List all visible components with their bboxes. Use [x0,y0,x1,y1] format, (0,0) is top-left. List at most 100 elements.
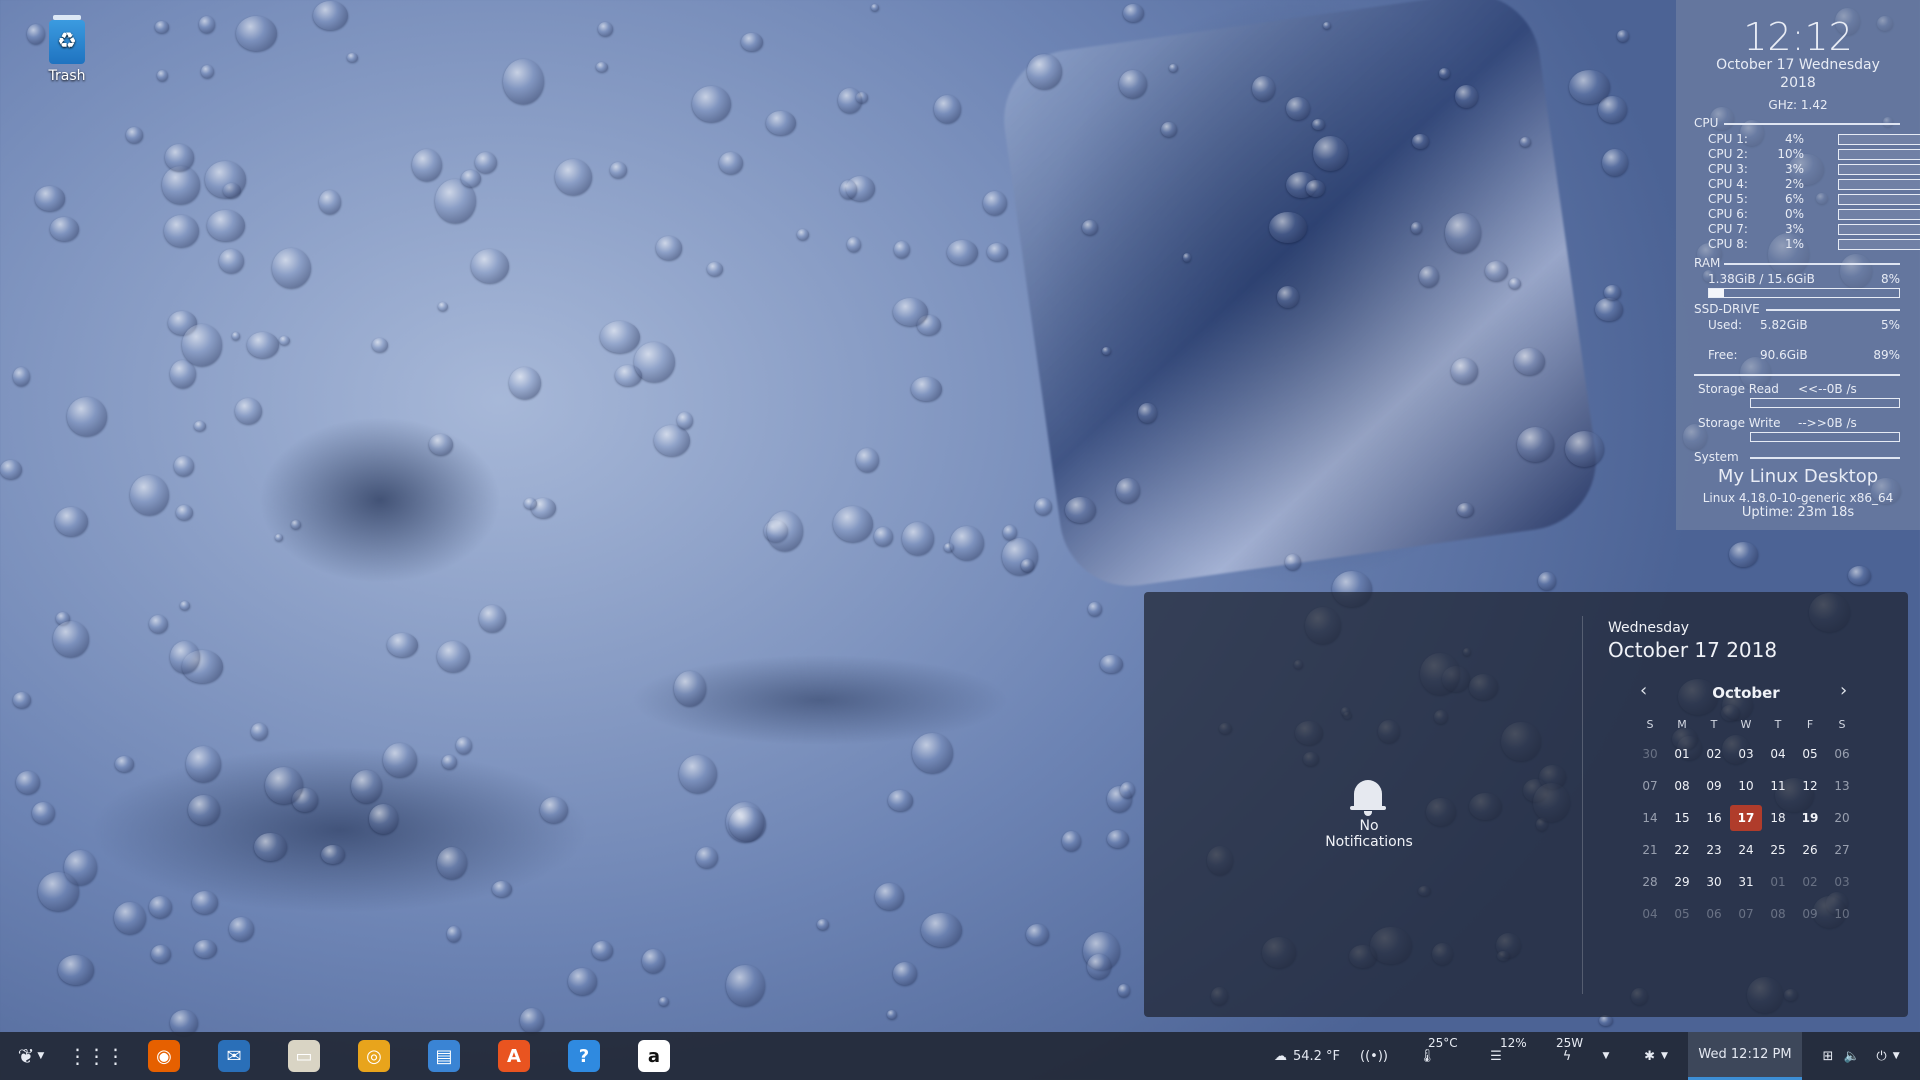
cpu-core-graph [1838,194,1920,205]
storage-read-value: <<--0B /s [1798,382,1857,396]
water-droplet [695,846,718,868]
power-indicator[interactable]: ϟ 25W [1536,1032,1606,1080]
launcher-rhythmbox[interactable]: ◎ [354,1032,394,1080]
water-droplet [34,186,65,211]
calendar-day[interactable]: 02 [1698,741,1730,767]
calendar-day[interactable]: 12 [1794,773,1826,799]
calendar-day[interactable]: 24 [1730,837,1762,863]
water-droplet [193,420,206,432]
launcher-firefox[interactable]: ◉ [144,1032,184,1080]
calendar-day[interactable]: 10 [1730,773,1762,799]
calendar-day[interactable]: 15 [1666,805,1698,831]
calendar-day[interactable]: 06 [1698,901,1730,927]
calendar-day[interactable]: 08 [1762,901,1794,927]
system-label: System [1694,450,1739,464]
weather-indicator[interactable]: ☁ 54.2 °F [1270,1032,1344,1080]
calendar-day[interactable]: 29 [1666,869,1698,895]
disk-indicator[interactable]: ☰ 12% [1470,1032,1530,1080]
volume-button[interactable]: 🔈 [1840,1032,1864,1080]
storage-write-row: Storage Write -->>0B /s [1698,416,1920,430]
network-button[interactable]: ⊞ [1816,1032,1840,1080]
calendar-day[interactable]: 04 [1762,741,1794,767]
water-droplet [1118,69,1148,99]
uptime: Uptime: 23m 18s [1741,505,1855,520]
calendar-day[interactable]: 31 [1730,869,1762,895]
water-droplet [1251,75,1276,102]
launcher-files[interactable]: ▭ [284,1032,324,1080]
calendar-day[interactable]: 05 [1666,901,1698,927]
calendar-day[interactable]: 08 [1666,773,1698,799]
launcher-libreoffice-writer[interactable]: ▤ [424,1032,464,1080]
calendar-day[interactable]: 07 [1634,773,1666,799]
water-droplet [1508,277,1522,290]
water-droplet [460,169,482,188]
calendar-day[interactable]: 25 [1762,837,1794,863]
indicator-expander[interactable]: ▼ [1598,1032,1614,1080]
water-droplet [1286,171,1317,198]
water-droplet [1848,566,1872,585]
calendar-day[interactable]: 03 [1730,741,1762,767]
cpu-core-graph [1838,179,1920,190]
app-menu-button[interactable]: ❦ ▼ [10,1032,52,1080]
launcher-software[interactable]: A [494,1032,534,1080]
water-droplet [235,398,263,425]
calendar-full-date[interactable]: October 17 2018 [1608,638,1777,662]
water-droplet [888,790,913,811]
calendar-weekday[interactable]: Wednesday [1608,620,1689,636]
chevron-down-icon: ▼ [1892,1051,1900,1061]
app-grid-button[interactable]: ⋮⋮⋮ [68,1032,126,1080]
power-menu-button[interactable]: ⏻ ▼ [1864,1032,1912,1080]
calendar-day[interactable]: 22 [1666,837,1698,863]
clock-applet[interactable]: Wed 12:12 PM [1688,1032,1802,1080]
calendar-day[interactable]: 19 [1794,805,1826,831]
water-droplet [436,847,468,880]
water-droplet [838,87,862,113]
calendar-day[interactable]: 27 [1826,837,1858,863]
calendar-day[interactable]: 06 [1826,741,1858,767]
next-month-button[interactable]: › [1840,680,1847,701]
cpu-core-percent: 4% [1784,132,1804,146]
water-droplet [163,214,199,248]
water-droplet [1117,984,1131,997]
water-droplet [911,732,953,774]
calendar-day[interactable]: 14 [1634,805,1666,831]
calendar-day[interactable]: 02 [1794,869,1826,895]
trash-desktop-icon[interactable]: ♻ Trash [42,15,92,84]
water-droplet [113,901,146,934]
calendar-day[interactable]: 05 [1794,741,1826,767]
water-droplet [1083,931,1121,970]
calendar-day[interactable]: 03 [1826,869,1858,895]
calendar-day[interactable]: 16 [1698,805,1730,831]
calendar-day[interactable]: 01 [1762,869,1794,895]
calendar-day[interactable]: 17 [1730,805,1762,831]
calendar-day[interactable]: 13 [1826,773,1858,799]
calendar-week: 07 08 09 10 11 12 13 [1634,770,1858,802]
launcher-thunderbird[interactable]: ✉ [214,1032,254,1080]
water-droplet [291,788,319,813]
calendar-day[interactable]: 26 [1794,837,1826,863]
calendar-day[interactable]: 09 [1698,773,1730,799]
water-droplet [1456,502,1475,518]
calendar-day[interactable]: 23 [1698,837,1730,863]
water-droplet [198,16,215,34]
calendar-day[interactable]: 30 [1698,869,1730,895]
launcher-help[interactable]: ? [564,1032,604,1080]
water-droplet [796,229,809,241]
water-droplet [856,448,880,473]
calendar-day[interactable]: 21 [1634,837,1666,863]
water-droplet [429,434,454,455]
calendar-day[interactable]: 09 [1794,901,1826,927]
calendar-day[interactable]: 18 [1762,805,1794,831]
calendar-day[interactable]: 20 [1826,805,1858,831]
calendar-day[interactable]: 11 [1762,773,1794,799]
calendar-day[interactable]: 28 [1634,869,1666,895]
cpu-temp-indicator[interactable]: 🌡 25°C [1404,1032,1460,1080]
calendar-day[interactable]: 01 [1666,741,1698,767]
calendar-day[interactable]: 10 [1826,901,1858,927]
accessibility-menu[interactable]: ✱ ▼ [1636,1032,1676,1080]
calendar-day[interactable]: 07 [1730,901,1762,927]
launcher-amazon[interactable]: a [634,1032,674,1080]
calendar-day[interactable]: 04 [1634,901,1666,927]
wifi-indicator[interactable]: ((•)) [1360,1032,1388,1080]
calendar-day[interactable]: 30 [1634,741,1666,767]
